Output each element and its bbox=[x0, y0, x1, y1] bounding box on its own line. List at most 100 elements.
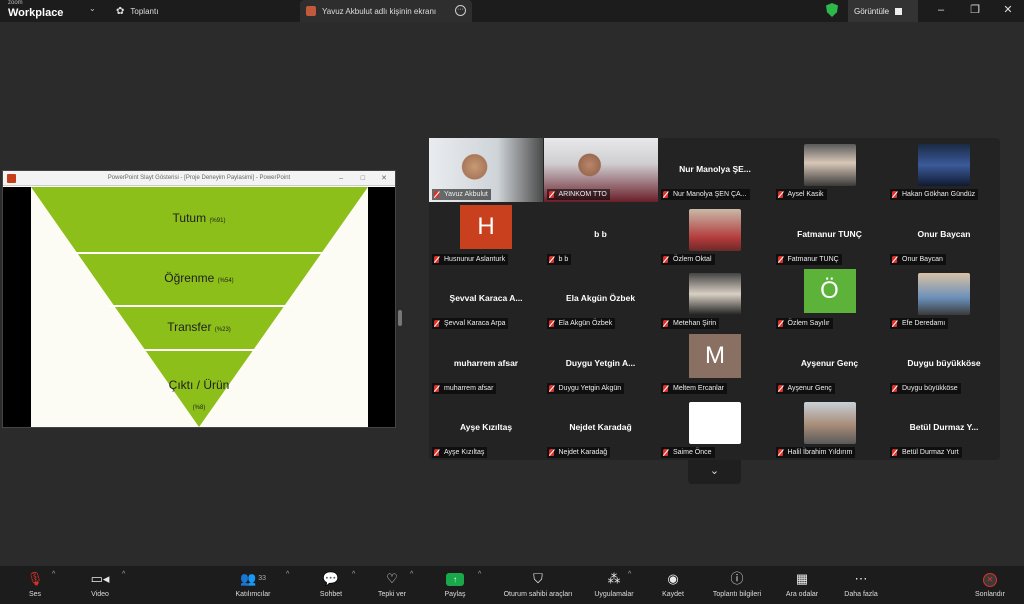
participant-name-label: Özlem Sayılır bbox=[775, 318, 833, 329]
chat-icon: 💬 bbox=[322, 571, 340, 586]
participant-tile[interactable]: Efe Deredamı bbox=[887, 267, 1001, 331]
meeting-info-label: Toplantı bilgileri bbox=[712, 591, 762, 598]
participant-name-label: Özlem Oktal bbox=[661, 253, 715, 265]
close-icon[interactable]: ✕ bbox=[993, 0, 1023, 22]
participant-tile[interactable]: ARINKOM TTO bbox=[543, 138, 658, 202]
share-label: Paylaş bbox=[444, 591, 466, 598]
participant-tile[interactable]: muharrem afsar muharrem afsar bbox=[429, 332, 543, 396]
participant-name-label: Fatmanur TUNÇ bbox=[775, 253, 842, 265]
chat-button[interactable]: 💬 Sohbet ^ bbox=[316, 569, 355, 603]
app-brand[interactable]: zoom Workplace ⌄ bbox=[6, 0, 96, 22]
mic-muted-icon: 🎙 bbox=[26, 571, 44, 586]
participant-tile[interactable]: Duygu büyükköse Duygu büyükköse bbox=[887, 332, 1001, 396]
host-tools-label: Oturum sahibi araçları bbox=[503, 591, 573, 598]
participant-tile[interactable]: Betül Durmaz Y... Betül Durmaz Yurt bbox=[887, 396, 1001, 460]
participant-name-label: Yavuz Akbulut bbox=[432, 189, 491, 200]
breakout-rooms-button[interactable]: ▦ Ara odalar bbox=[782, 569, 822, 603]
react-button[interactable]: ♡ Tepki ver ^ bbox=[374, 569, 413, 603]
security-shield-icon[interactable] bbox=[826, 3, 838, 17]
participant-name-label: Betül Durmaz Yurt bbox=[890, 447, 962, 458]
share-options-icon[interactable]: ^ bbox=[478, 571, 481, 578]
participant-tile[interactable]: Nur Manolya ŞE... Nur Manolya ŞEN ÇA... bbox=[658, 138, 772, 202]
participant-display-name: Duygu Yetgin A... bbox=[565, 357, 636, 368]
meeting-info-button[interactable]: ⓘ Toplantı bilgileri bbox=[705, 569, 769, 603]
participant-tile[interactable]: Duygu Yetgin A... Duygu Yetgin Akgün bbox=[544, 332, 658, 396]
restore-icon[interactable]: ❐ bbox=[960, 0, 990, 22]
participant-name-label: Meltem Ercanlar bbox=[661, 382, 727, 394]
brand-name: Workplace bbox=[8, 7, 64, 19]
participant-tile[interactable]: M Meltem Ercanlar bbox=[658, 332, 772, 396]
participant-display-name: Onur Baycan bbox=[917, 228, 971, 239]
participants-icon: 👥 bbox=[240, 571, 257, 586]
view-label: Görüntüle bbox=[854, 6, 890, 16]
react-options-icon[interactable]: ^ bbox=[410, 571, 413, 578]
participant-photo bbox=[689, 273, 741, 315]
tab-screen-share[interactable]: Yavuz Akbulut adlı kişinin ekranı ··· bbox=[300, 0, 472, 22]
participant-tile[interactable]: H Husnunur Aslanturk bbox=[429, 203, 543, 267]
more-options-icon: ⋯ bbox=[854, 571, 868, 586]
participant-tile[interactable]: Ela Akgün Özbek Ela Akgün Özbek bbox=[544, 267, 658, 331]
participant-tile[interactable]: Aysel Kasik bbox=[773, 138, 887, 202]
gallery-next-page-icon[interactable]: ⌄ bbox=[688, 460, 741, 484]
audio-label: Ses bbox=[28, 591, 42, 598]
participant-tile[interactable]: Saime Önce bbox=[658, 396, 772, 460]
participant-display-name: b b bbox=[594, 228, 607, 239]
participant-avatar: Ö bbox=[803, 269, 856, 313]
meeting-toolbar: 🎙 Ses ^ ▭◂ Video ^ 👥 33 Katılımcılar ^ 💬 … bbox=[0, 566, 1024, 604]
participant-tile[interactable]: Özlem Oktal bbox=[658, 203, 772, 267]
host-tools-button[interactable]: ⛉ Oturum sahibi araçları bbox=[495, 569, 581, 603]
share-button[interactable]: ↑ Paylaş ^ bbox=[440, 569, 481, 603]
minimize-icon[interactable]: – bbox=[926, 0, 956, 22]
participant-tile[interactable]: b b b b bbox=[544, 203, 658, 267]
chat-options-icon[interactable]: ^ bbox=[352, 571, 355, 578]
participant-tile[interactable]: Halil İbrahim Yıldırım bbox=[773, 396, 887, 460]
react-label: Tepki ver bbox=[377, 591, 406, 598]
funnel-level-1: Tutum (%91) bbox=[172, 211, 226, 225]
participants-button[interactable]: 👥 33 Katılımcılar ^ bbox=[232, 569, 289, 603]
participant-avatar: M bbox=[689, 333, 741, 378]
apps-button[interactable]: ⁂ Uygulamalar ^ bbox=[588, 569, 640, 603]
video-button[interactable]: ▭◂ Video ^ bbox=[86, 569, 126, 603]
apps-label: Uygulamalar bbox=[594, 591, 634, 598]
participant-tile[interactable]: Ayşe Kızıltaş Ayşe Kızıltaş bbox=[429, 396, 543, 460]
chevron-down-icon[interactable]: ⌄ bbox=[89, 4, 96, 13]
ppt-minimize-icon: – bbox=[339, 175, 343, 182]
participant-tile[interactable]: Fatmanur TUNÇ Fatmanur TUNÇ bbox=[773, 203, 887, 267]
participant-tile[interactable]: Onur Baycan Onur Baycan bbox=[887, 203, 1001, 267]
funnel-level-2: Öğrenme (%54) bbox=[164, 271, 234, 285]
record-button[interactable]: ◉ Kaydet bbox=[658, 569, 688, 603]
participant-tile[interactable]: Yavuz Akbulut bbox=[429, 138, 543, 202]
chat-label: Sohbet bbox=[319, 591, 343, 598]
participant-display-name: Nur Manolya ŞE... bbox=[679, 164, 751, 174]
participant-tile[interactable]: Şevval Karaca A... Şevval Karaca Arpa bbox=[429, 267, 543, 331]
tab-meeting-label: Toplantı bbox=[130, 6, 159, 16]
apps-options-icon[interactable]: ^ bbox=[628, 571, 631, 578]
split-handle[interactable] bbox=[398, 310, 402, 326]
camera-icon: ▭◂ bbox=[90, 571, 110, 586]
participant-display-name: Şevval Karaca A... bbox=[449, 293, 523, 303]
audio-options-icon[interactable]: ^ bbox=[52, 571, 55, 578]
end-button[interactable]: ✕ Sonlandır bbox=[972, 569, 1008, 603]
participant-name-label: Metehan Şirin bbox=[661, 318, 720, 329]
participant-gallery: Yavuz Akbulut ARINKOM TTO Nur Manolya ŞE..… bbox=[429, 138, 1000, 460]
participant-tile[interactable]: Nejdet Karadağ Nejdet Karadağ bbox=[544, 396, 658, 460]
view-button[interactable]: Görüntüle bbox=[848, 0, 918, 22]
participants-options-icon[interactable]: ^ bbox=[286, 571, 289, 578]
more-icon[interactable]: ··· bbox=[455, 5, 466, 16]
participant-tile[interactable]: Metehan Şirin bbox=[658, 267, 772, 331]
apps-icon: ⁂ bbox=[607, 571, 621, 586]
participant-tile[interactable]: Hakan Gökhan Gündüz bbox=[887, 138, 1001, 202]
tab-meeting[interactable]: ✿ Toplantı bbox=[116, 0, 296, 22]
shared-screen[interactable]: PowerPoint Slayt Gösterisi - [Proje Dene… bbox=[2, 170, 396, 428]
participant-tile[interactable]: Ö Özlem Sayılır bbox=[773, 267, 887, 331]
participant-display-name: Nejdet Karadağ bbox=[569, 422, 632, 432]
record-label: Kaydet bbox=[662, 591, 684, 598]
audio-button[interactable]: 🎙 Ses ^ bbox=[22, 569, 56, 603]
end-meeting-icon: ✕ bbox=[983, 572, 997, 587]
participant-display-name: Fatmanur TUNÇ bbox=[797, 228, 862, 239]
video-options-icon[interactable]: ^ bbox=[122, 571, 125, 578]
more-button[interactable]: ⋯ Daha fazla bbox=[840, 569, 882, 603]
participant-tile[interactable]: Ayşenur Genç Ayşenur Genç bbox=[773, 332, 887, 396]
funnel-level-4: Çıktı / Ürün bbox=[168, 378, 230, 392]
participant-name-label: Ayşe Kızıltaş bbox=[432, 447, 488, 458]
